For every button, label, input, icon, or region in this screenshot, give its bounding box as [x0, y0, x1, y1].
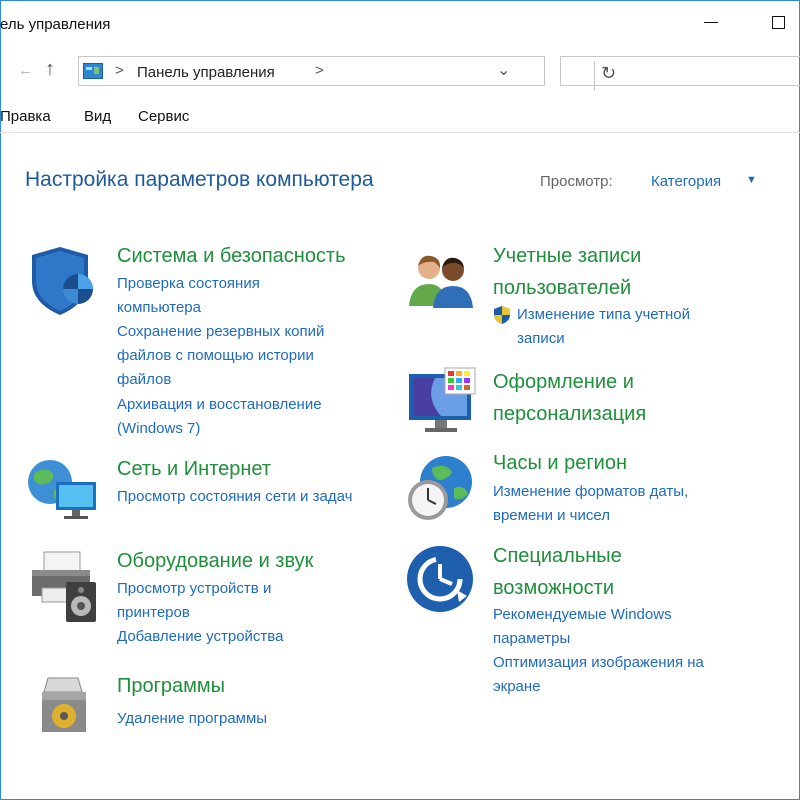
up-arrow-icon[interactable]: ↑: [45, 58, 55, 81]
menu-edit[interactable]: Правка: [0, 108, 51, 125]
title-bar: ель управления: [0, 0, 800, 46]
clock-globe-icon[interactable]: [402, 454, 478, 524]
link-file-history-backup[interactable]: Сохранение резервных копий файлов с помо…: [117, 320, 372, 392]
link-optimize-visual-display[interactable]: Оптимизация изображения на экране: [493, 651, 753, 699]
view-by-label: Просмотр:: [540, 173, 613, 190]
minimize-button[interactable]: [692, 8, 732, 38]
link-backup-restore-win7[interactable]: Архивация и восстановление (Windows 7): [117, 393, 377, 441]
maximize-icon: [772, 16, 785, 29]
programs-box-icon[interactable]: [34, 672, 96, 736]
menu-tools[interactable]: Сервис: [138, 108, 189, 125]
category-ease-of-access-title[interactable]: Специальные возможности: [493, 540, 693, 604]
page-title: Настройка параметров компьютера: [25, 168, 374, 191]
menu-view[interactable]: Вид: [84, 108, 111, 125]
view-by-arrow-icon[interactable]: ▼: [746, 174, 757, 186]
minimize-icon: [704, 22, 718, 23]
users-icon[interactable]: [405, 250, 477, 310]
control-panel-icon: [83, 63, 103, 79]
breadcrumb-separator[interactable]: >: [115, 62, 124, 79]
link-check-computer-status[interactable]: Проверка состояния компьютера: [117, 272, 317, 320]
category-system-security-title[interactable]: Система и безопасность: [117, 240, 346, 272]
maximize-button[interactable]: [760, 8, 800, 38]
category-clock-region-title[interactable]: Часы и регион: [493, 447, 627, 479]
menu-bar: Правка Вид Сервис: [0, 105, 800, 131]
category-user-accounts-title[interactable]: Учетные записи пользователей: [493, 240, 693, 304]
printer-speaker-icon[interactable]: [26, 548, 102, 624]
link-uninstall-program[interactable]: Удаление программы: [117, 707, 337, 731]
link-devices-printers[interactable]: Просмотр устройств и принтеров: [117, 577, 337, 625]
category-programs-title[interactable]: Программы: [117, 670, 225, 702]
uac-shield-icon: [494, 306, 510, 324]
category-network-internet-title[interactable]: Сеть и Интернет: [117, 453, 271, 485]
back-arrow-icon[interactable]: ←: [18, 62, 33, 79]
link-change-account-type[interactable]: Изменение типа учетной записи: [517, 303, 737, 351]
shield-icon[interactable]: [26, 243, 98, 319]
category-appearance-personalization-title[interactable]: Оформление и персонализация: [493, 366, 693, 430]
breadcrumb-trail-separator[interactable]: >: [315, 62, 324, 79]
window-title: ель управления: [0, 16, 111, 33]
address-bar[interactable]: > Панель управления > ⌄ ↻: [78, 56, 616, 91]
menu-divider: [0, 132, 800, 133]
network-globe-icon[interactable]: [26, 456, 100, 522]
navigation-bar: ← ↑ > Панель управления > ⌄ ↻: [0, 52, 800, 92]
personalization-monitor-icon[interactable]: [405, 364, 481, 440]
category-hardware-sound-title[interactable]: Оборудование и звук: [117, 545, 313, 577]
link-change-date-formats[interactable]: Изменение форматов даты, времени и чисел: [493, 480, 733, 528]
link-recommended-windows-settings[interactable]: Рекомендуемые Windows параметры: [493, 603, 723, 651]
ease-of-access-icon[interactable]: [405, 544, 475, 614]
link-add-device[interactable]: Добавление устройства: [117, 625, 337, 649]
chevron-down-icon[interactable]: ⌄: [497, 60, 510, 80]
breadcrumb-control-panel[interactable]: Панель управления: [137, 64, 275, 81]
view-by-dropdown[interactable]: Категория: [651, 173, 721, 190]
search-input[interactable]: [560, 56, 800, 86]
link-network-status[interactable]: Просмотр состояния сети и задач: [117, 485, 367, 509]
